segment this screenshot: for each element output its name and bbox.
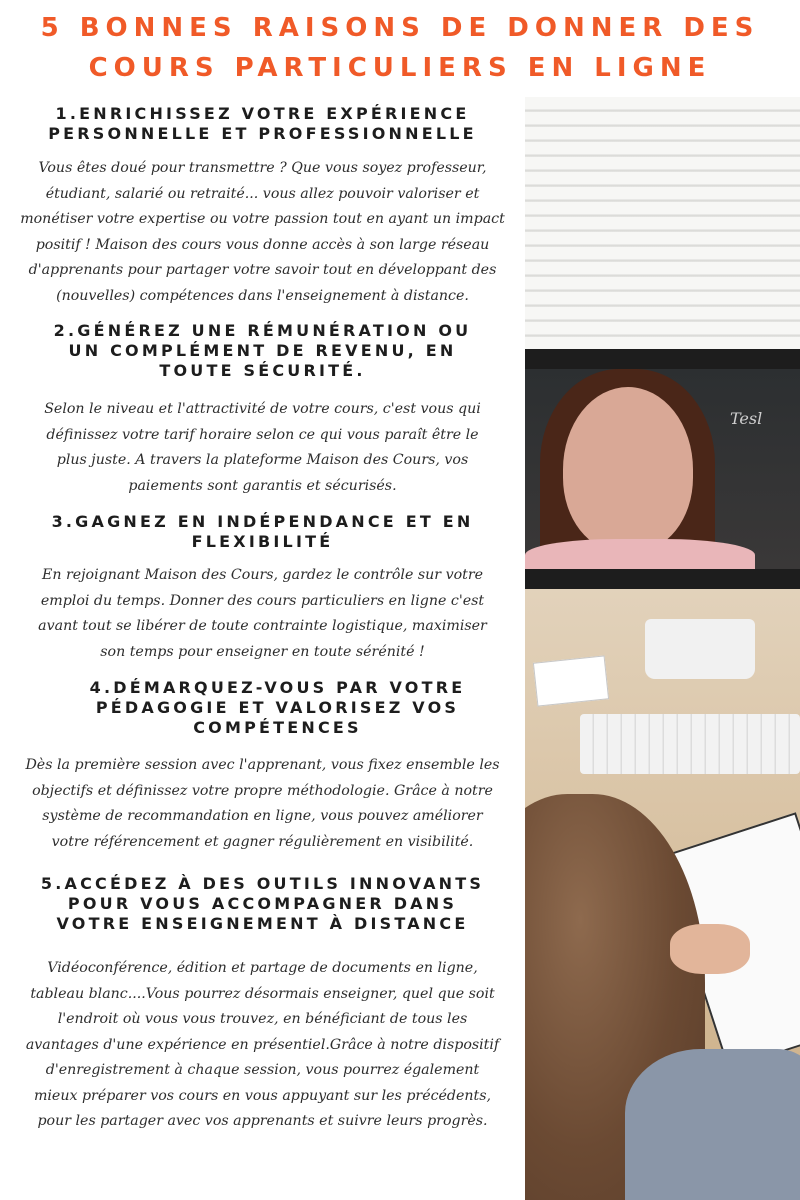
- body-line: emploi du temps. Donner des cours partic…: [40, 592, 485, 609]
- section-heading: 4.DÉMARQUEZ-VOUS PAR VOTRE PÉDAGOGIE ET …: [0, 678, 525, 738]
- body-line: votre référencement et gagner régulièrem…: [51, 833, 474, 850]
- heading-line: FLEXIBILITÉ: [191, 532, 334, 551]
- body-line: monétiser votre expertise ou votre passi…: [20, 211, 505, 227]
- section-body: Vous êtes doué pour transmettre ? Que vo…: [0, 156, 525, 309]
- heading-line: PERSONNELLE ET PROFESSIONNELLE: [48, 124, 477, 143]
- body-line: Dès la première session avec l'apprenant…: [25, 757, 500, 773]
- video-screen: Tesl: [525, 369, 800, 569]
- body-line: l'endroit où vous vous trouvez, en bénéf…: [57, 1011, 468, 1027]
- heading-line: TOUTE SÉCURITÉ.: [159, 361, 366, 380]
- monitor-stand: [645, 619, 755, 679]
- heading-line: 4.DÉMARQUEZ-VOUS PAR VOTRE: [89, 678, 466, 697]
- heading-line: 1.ENRICHISSEZ VOTRE EXPÉRIENCE: [55, 104, 470, 123]
- section-heading: 2.GÉNÉREZ UNE RÉMUNÉRATION OU UN COMPLÉM…: [0, 321, 525, 381]
- section-5: 5.ACCÉDEZ À DES OUTILS INNOVANTS POUR VO…: [0, 874, 525, 1135]
- body-line: avant tout se libérer de toute contraint…: [38, 618, 487, 634]
- video-call-photo: Tesl: [525, 97, 800, 1200]
- photo-prints: [532, 655, 610, 707]
- title-line: 5 BONNES RAISONS DE DONNER DES: [40, 13, 760, 43]
- body-line: système de recommandation en ligne, vous…: [42, 808, 483, 824]
- body-line: étudiant, salarié ou retraité... vous al…: [45, 185, 480, 202]
- chalkboard-text: Tesl: [730, 409, 763, 428]
- section-body: Dès la première session avec l'apprenant…: [0, 753, 525, 855]
- heading-line: UN COMPLÉMENT DE REVENU, EN: [68, 341, 457, 360]
- body-line: positif ! Maison des cours vous donne ac…: [35, 236, 490, 253]
- student-hand: [670, 924, 750, 974]
- section-body: Selon le niveau et l'attractivité de vot…: [0, 397, 525, 499]
- heading-line: POUR VOUS ACCOMPAGNER DANS: [67, 894, 458, 913]
- section-heading: 1.ENRICHISSEZ VOTRE EXPÉRIENCE PERSONNEL…: [0, 104, 525, 144]
- student-shirt: [625, 1049, 800, 1200]
- section-body: En rejoignant Maison des Cours, gardez l…: [0, 563, 525, 665]
- body-line: Selon le niveau et l'attractivité de vot…: [44, 401, 481, 417]
- keyboard: [580, 714, 800, 774]
- body-line: Vidéoconférence, édition et partage de d…: [47, 960, 478, 976]
- section-heading: 3.GAGNEZ EN INDÉPENDANCE ET EN FLEXIBILI…: [0, 512, 525, 552]
- body-line: définissez votre tarif horaire selon ce …: [46, 426, 479, 443]
- heading-line: 5.ACCÉDEZ À DES OUTILS INNOVANTS: [40, 874, 485, 893]
- section-2: 2.GÉNÉREZ UNE RÉMUNÉRATION OU UN COMPLÉM…: [0, 321, 525, 499]
- section-3: 3.GAGNEZ EN INDÉPENDANCE ET EN FLEXIBILI…: [0, 512, 525, 665]
- body-line: pour les partager avec vos apprenants et…: [37, 1113, 488, 1129]
- body-line: plus juste. A travers la plateforme Mais…: [56, 452, 469, 468]
- body-line: Vous êtes doué pour transmettre ? Que vo…: [38, 160, 487, 176]
- heading-line: 2.GÉNÉREZ UNE RÉMUNÉRATION OU: [53, 321, 472, 340]
- body-line: mieux préparer vos cours en vous appuyan…: [33, 1087, 492, 1104]
- monitor: Tesl: [525, 349, 800, 589]
- body-line: (nouvelles) compétences dans l'enseignem…: [56, 287, 469, 304]
- body-line: son temps pour enseigner en toute séréni…: [100, 643, 425, 660]
- heading-line: 3.GAGNEZ EN INDÉPENDANCE ET EN: [51, 512, 474, 531]
- teacher-face: [563, 387, 693, 552]
- section-4: 4.DÉMARQUEZ-VOUS PAR VOTRE PÉDAGOGIE ET …: [0, 678, 525, 855]
- page-title: 5 BONNES RAISONS DE DONNER DES COURS PAR…: [0, 8, 800, 88]
- body-line: paiements sont garantis et sécurisés.: [128, 477, 397, 494]
- desk: [525, 589, 800, 1200]
- heading-line: PÉDAGOGIE ET VALORISEZ VOS: [95, 698, 460, 717]
- title-line: COURS PARTICULIERS EN LIGNE: [88, 53, 712, 83]
- body-line: objectifs et définissez votre propre mét…: [32, 782, 493, 799]
- teacher-shirt: [525, 539, 755, 569]
- section-body: Vidéoconférence, édition et partage de d…: [0, 956, 525, 1135]
- window-blinds: [525, 97, 800, 352]
- heading-line: VOTRE ENSEIGNEMENT À DISTANCE: [56, 914, 469, 933]
- body-line: tableau blanc....Vous pourrez désormais …: [30, 985, 495, 1002]
- body-line: En rejoignant Maison des Cours, gardez l…: [41, 567, 484, 583]
- body-line: avantages d'une expérience en présentiel…: [25, 1036, 500, 1053]
- section-1: 1.ENRICHISSEZ VOTRE EXPÉRIENCE PERSONNEL…: [0, 104, 525, 309]
- heading-line: COMPÉTENCES: [193, 718, 362, 737]
- body-line: d'apprenants pour partager votre savoir …: [28, 262, 497, 278]
- section-heading: 5.ACCÉDEZ À DES OUTILS INNOVANTS POUR VO…: [0, 874, 525, 934]
- body-line: d'enregistrement à chaque session, vous …: [45, 1062, 480, 1078]
